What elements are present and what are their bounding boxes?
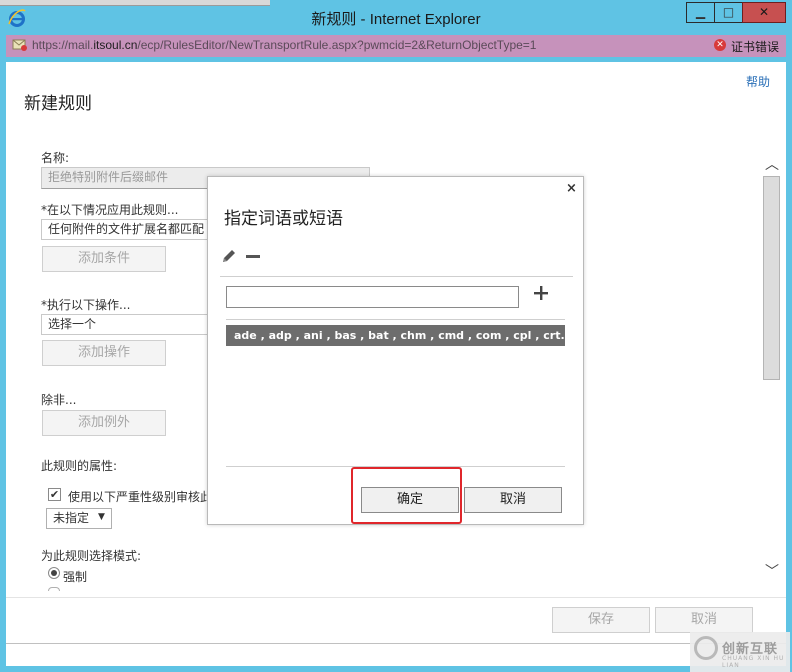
phrase-input[interactable] xyxy=(226,286,519,308)
condition-dropdown[interactable]: 任何附件的文件扩展名都匹配 xyxy=(41,219,211,240)
cancel-button[interactable]: 取消 xyxy=(655,607,753,633)
footer-divider xyxy=(6,597,786,598)
exception-label: 除非... xyxy=(41,393,77,407)
certificate-error-label[interactable]: 证书错误 xyxy=(731,38,779,55)
annotation-highlight-box xyxy=(351,467,462,524)
watermark-subtext: CHUANG XIN HU LIAN xyxy=(722,655,785,669)
maximize-icon: □ xyxy=(722,5,735,19)
severity-checkbox-label: 使用以下严重性级别审核此 xyxy=(68,490,208,504)
dialog-cancel-button[interactable]: 取消 xyxy=(464,487,562,513)
minimize-icon: ▁ xyxy=(695,5,706,19)
scroll-down-icon[interactable]: ﹀ xyxy=(765,561,779,581)
window-title: 新规则 - Internet Explorer xyxy=(311,11,481,28)
watermark-logo-icon xyxy=(694,636,718,660)
close-icon: ✕ xyxy=(758,5,770,19)
save-button[interactable]: 保存 xyxy=(552,607,650,633)
close-window-button[interactable]: ✕ xyxy=(742,2,786,23)
dialog-divider-list xyxy=(226,319,565,320)
maximize-button[interactable]: □ xyxy=(714,2,743,23)
certificate-error-icon[interactable]: ✕ xyxy=(714,39,726,51)
background-taskbar-strip xyxy=(0,0,270,6)
add-exception-button[interactable]: 添加例外 xyxy=(42,410,166,436)
plus-icon[interactable] xyxy=(533,285,549,301)
minus-icon[interactable] xyxy=(246,255,260,258)
list-item[interactable]: ade , adp , ani , bas , bat , chm , cmd … xyxy=(226,325,565,346)
help-link[interactable]: 帮助 xyxy=(746,73,770,90)
apply-condition-label: *在以下情况应用此规则... xyxy=(41,203,179,217)
scrollbar-thumb[interactable] xyxy=(763,176,780,380)
pencil-icon[interactable] xyxy=(221,248,237,264)
address-url[interactable]: https://mail.itsoul.cn/ecp/RulesEditor/N… xyxy=(32,38,536,52)
page-title: 新建规则 xyxy=(24,94,92,114)
action-label: *执行以下操作... xyxy=(41,298,131,312)
action-dropdown[interactable]: 选择一个 xyxy=(41,314,211,335)
page-favicon-icon xyxy=(12,39,27,51)
status-bar xyxy=(6,643,786,666)
mode-enforce-radio[interactable] xyxy=(48,567,60,579)
rule-properties-label: 此规则的属性: xyxy=(41,459,118,473)
chevron-down-icon: ▼ xyxy=(98,512,105,522)
mode-label: 为此规则选择模式: xyxy=(41,549,142,563)
severity-checkbox[interactable]: ✔ xyxy=(48,488,61,501)
mode-radio-partial[interactable] xyxy=(48,587,60,591)
mode-enforce-label: 强制 xyxy=(63,570,88,584)
scroll-up-icon[interactable]: ︿ xyxy=(765,154,779,174)
add-condition-button[interactable]: 添加条件 xyxy=(42,246,166,272)
add-action-button[interactable]: 添加操作 xyxy=(42,340,166,366)
name-label: 名称: xyxy=(41,151,70,165)
dialog-title: 指定词语或短语 xyxy=(224,209,343,229)
dialog-close-button[interactable]: × xyxy=(566,181,577,196)
minimize-button[interactable]: ▁ xyxy=(686,2,715,23)
dialog-divider-top xyxy=(220,276,573,277)
address-bar[interactable]: https://mail.itsoul.cn/ecp/RulesEditor/N… xyxy=(6,35,786,57)
